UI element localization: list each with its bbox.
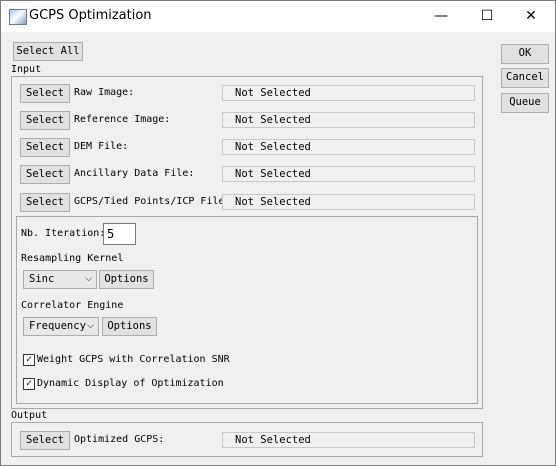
- optimization-options-group: Nb. Iteration: 5 Resampling Kernel Sinc …: [16, 216, 478, 404]
- reference-image-path: Not Selected: [222, 112, 475, 128]
- select-all-button[interactable]: Select All: [13, 42, 83, 61]
- ancillary-data-label: Ancillary Data File:: [74, 168, 195, 179]
- correlator-engine-select[interactable]: Frequency ⌵: [23, 317, 99, 336]
- raw-image-select-button[interactable]: Select: [20, 84, 70, 103]
- output-group: Select Optimized GCPS: Not Selected: [11, 422, 483, 457]
- queue-button[interactable]: Queue: [501, 93, 549, 113]
- gcps-optimization-window: GCPS Optimization — ☐ ✕ Select All OK Ca…: [0, 0, 556, 466]
- ancillary-data-path: Not Selected: [222, 166, 475, 182]
- chevron-down-icon: ⌵: [85, 274, 92, 284]
- optimized-gcps-path: Not Selected: [222, 432, 475, 448]
- iteration-input[interactable]: 5: [103, 223, 136, 245]
- resampling-kernel-label: Resampling Kernel: [21, 253, 124, 264]
- dynamic-display-label: Dynamic Display of Optimization: [37, 378, 224, 389]
- iteration-label: Nb. Iteration:: [21, 228, 106, 239]
- optimized-gcps-label: Optimized GCPS:: [74, 434, 165, 445]
- output-section-label: Output: [11, 410, 48, 421]
- weight-gcps-label: Weight GCPS with Correlation SNR: [37, 354, 230, 365]
- gcps-file-label: GCPS/Tied Points/ICP File:: [74, 196, 231, 207]
- ancillary-data-select-button[interactable]: Select: [20, 165, 70, 184]
- ok-button[interactable]: OK: [501, 44, 549, 64]
- window-title: GCPS Optimization: [29, 8, 152, 23]
- raw-image-label: Raw Image:: [74, 87, 135, 98]
- dynamic-display-checkbox[interactable]: ✓: [23, 378, 35, 390]
- cancel-button[interactable]: Cancel: [501, 68, 549, 88]
- reference-image-label: Reference Image:: [74, 114, 171, 125]
- dem-file-select-button[interactable]: Select: [20, 138, 70, 157]
- correlator-engine-label: Correlator Engine: [21, 300, 124, 311]
- weight-gcps-checkbox[interactable]: ✓: [23, 354, 35, 366]
- correlator-options-button[interactable]: Options: [102, 317, 157, 336]
- dem-file-path: Not Selected: [222, 139, 475, 155]
- chevron-down-icon: ⌵: [87, 321, 94, 331]
- gcps-file-path: Not Selected: [222, 194, 475, 210]
- resampling-options-button[interactable]: Options: [99, 270, 154, 289]
- input-section-label: Input: [11, 64, 42, 75]
- title-bar: GCPS Optimization — ☐ ✕: [1, 1, 555, 32]
- resampling-kernel-select[interactable]: Sinc ⌵: [23, 270, 97, 289]
- close-button[interactable]: ✕: [508, 1, 554, 32]
- gcps-file-select-button[interactable]: Select: [20, 193, 70, 212]
- optimized-gcps-select-button[interactable]: Select: [20, 431, 70, 450]
- maximize-button[interactable]: ☐: [464, 1, 510, 32]
- correlator-engine-value: Frequency: [29, 320, 86, 332]
- input-group: Select Raw Image: Not Selected Select Re…: [11, 76, 483, 409]
- reference-image-select-button[interactable]: Select: [20, 111, 70, 130]
- app-icon: [9, 9, 27, 25]
- raw-image-path: Not Selected: [222, 85, 475, 101]
- resampling-kernel-value: Sinc: [29, 273, 55, 285]
- dem-file-label: DEM File:: [74, 141, 129, 152]
- minimize-button[interactable]: —: [418, 1, 464, 32]
